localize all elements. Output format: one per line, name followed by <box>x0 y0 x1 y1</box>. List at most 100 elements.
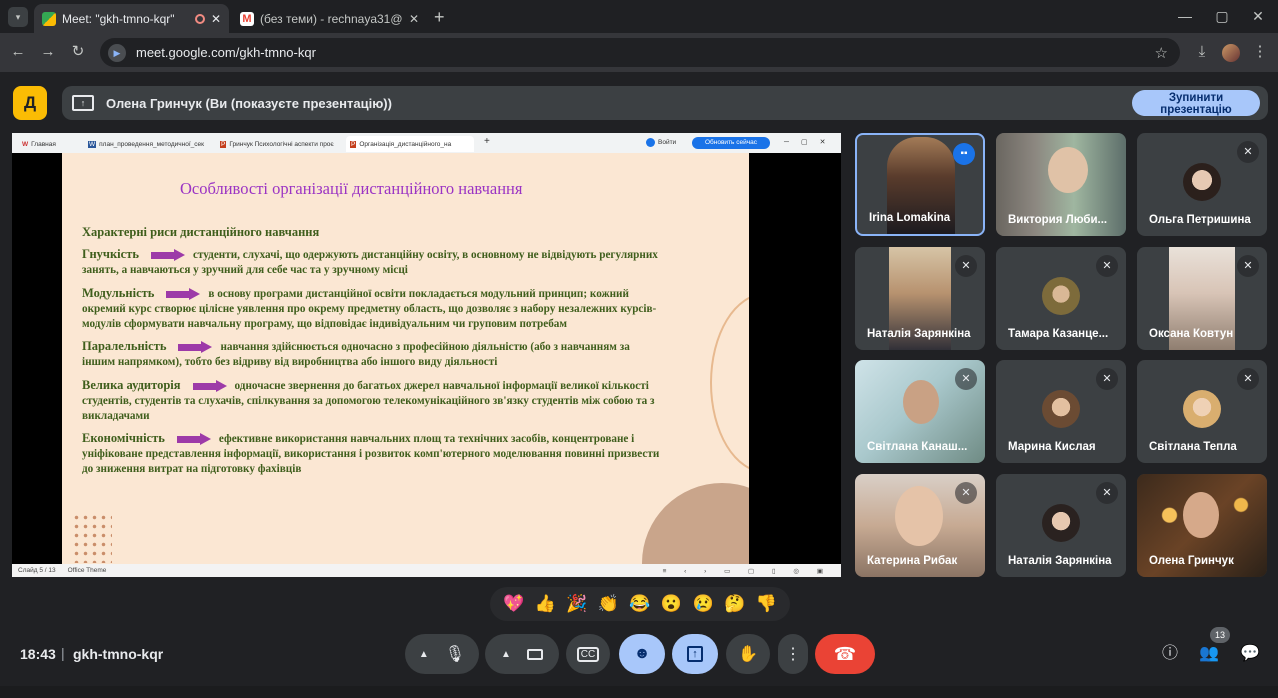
shared-tab: P Гринчук Психологічні аспекти проє <box>216 136 344 152</box>
presentation-slide: Особливості організації дистанційного на… <box>62 153 749 564</box>
forward-icon[interactable]: → <box>38 42 58 62</box>
stop-presenting-button[interactable]: Зупинити презентацію <box>1132 90 1260 116</box>
participant-tile[interactable]: ✕ Катерина Рибак <box>855 474 985 577</box>
reload-icon[interactable]: ↻ <box>68 42 88 62</box>
shared-window-controls: ─▢✕ <box>784 139 838 146</box>
browser-toolbar: ← → ↻ ▶ meet.google.com/gkh-tmno-kqr ☆ ⤓… <box>0 33 1278 72</box>
raise-hand-button[interactable]: ✋ <box>726 634 770 674</box>
presenter-text: Олена Гринчук (Ви (показуєте презентацію… <box>106 95 392 111</box>
participant-tile[interactable]: ✕ Світлана Канаш... <box>855 360 985 463</box>
surprised-reaction[interactable]: 😮 <box>661 594 682 614</box>
more-options-button[interactable]: ⋮ <box>778 634 808 674</box>
shared-tab-icon: W <box>22 140 29 148</box>
participant-avatar <box>1183 163 1221 201</box>
participant-avatar <box>1183 390 1221 428</box>
party-reaction[interactable]: 🎉 <box>566 594 587 614</box>
mic-off-icon: ✕ <box>1096 255 1118 277</box>
present-button[interactable]: ↑ <box>672 634 718 674</box>
item-text: до зниження витрат на підготовку фахівці… <box>82 463 302 475</box>
participant-name: Тамара Казанце... <box>1008 328 1109 340</box>
end-call-icon: ☎ <box>833 643 857 664</box>
item-keyword: Модульність <box>82 286 155 300</box>
tab-gmail[interactable]: M (без теми) - rechnaya31@gmail ✕ <box>232 4 427 33</box>
maximize-icon[interactable]: ▢ <box>1207 6 1237 26</box>
participant-count-badge: 13 <box>1210 627 1230 643</box>
mic-off-icon: ✕ <box>1096 368 1118 390</box>
slide-subtitle: Характерні риси дистанційного навчання <box>82 225 320 239</box>
participant-tile[interactable]: Виктория Люби... <box>996 133 1126 236</box>
participant-tile[interactable]: ✕ Тамара Казанце... <box>996 247 1126 350</box>
site-info-icon[interactable]: ▶ <box>108 43 126 62</box>
arrow-icon <box>166 288 201 301</box>
thumbs-up-reaction[interactable]: 👍 <box>535 594 556 614</box>
chat-icon[interactable]: 💬 <box>1237 641 1263 667</box>
arrow-icon <box>176 433 211 446</box>
participant-name: Наталія Зарянкіна <box>1008 555 1112 567</box>
shared-tab-title: Главная <box>31 140 56 148</box>
address-bar[interactable]: ▶ meet.google.com/gkh-tmno-kqr ☆ <box>100 38 1180 67</box>
item-text: одночасне звернення до багатьох джерел н… <box>234 380 649 392</box>
close-tab-icon[interactable]: ✕ <box>409 12 419 26</box>
captions-button[interactable]: CC <box>566 634 610 674</box>
people-icon[interactable]: 👥 <box>1196 641 1222 667</box>
decor-circle <box>642 483 749 564</box>
slide-item: Паралельність навчання здійснюється одноч… <box>82 339 722 370</box>
mic-off-icon: ✕ <box>1237 255 1259 277</box>
item-text: окремий курс створює цілісне уявлення пр… <box>82 303 657 315</box>
participant-tile[interactable]: ✕ Наталія Зарянкіна <box>996 474 1126 577</box>
video-options-icon[interactable]: ▲ <box>501 649 511 660</box>
arrow-icon <box>150 249 185 262</box>
microphone-icon[interactable]: 🎙 <box>445 644 465 664</box>
decor-dots <box>72 513 112 563</box>
slide-item: Гнучкість студенти, слухачі, що одержують… <box>82 247 722 278</box>
tab-search-button[interactable]: ▾ <box>8 7 28 27</box>
shared-user-icon <box>646 138 655 147</box>
presenting-banner: ↑ Олена Гринчук (Ви (показуєте презентац… <box>62 86 1268 120</box>
captions-icon: CC <box>576 646 600 662</box>
profile-avatar[interactable] <box>1222 44 1240 62</box>
tab-title: (без теми) - rechnaya31@gmail <box>260 11 403 26</box>
close-tab-icon[interactable]: ✕ <box>211 12 221 26</box>
camera-icon[interactable] <box>526 648 543 660</box>
participant-tile[interactable]: ✕ Марина Кислая <box>996 360 1126 463</box>
bookmark-star-icon[interactable]: ☆ <box>1155 44 1168 62</box>
os-taskbar <box>0 686 1278 698</box>
arrow-icon <box>192 380 227 393</box>
shared-login-text: Войти <box>658 139 677 146</box>
audio-options-icon[interactable]: ▲ <box>419 649 429 660</box>
sad-reaction[interactable]: 😢 <box>692 594 713 614</box>
emoji-button[interactable]: ☻ <box>619 634 665 674</box>
participant-tile[interactable]: ✕ Оксана Ковтун <box>1137 247 1267 350</box>
participant-tile[interactable]: ✕ Ольга Петришина <box>1137 133 1267 236</box>
heart-reaction[interactable]: 💖 <box>503 594 524 614</box>
shared-tab: Wплан_проведення_методичної_сек <box>84 136 212 152</box>
item-text: студентів, студентів та слухачів, спілку… <box>82 395 655 407</box>
browser-menu-icon[interactable]: ⋮ <box>1250 42 1270 62</box>
laugh-reaction[interactable]: 😂 <box>629 594 650 614</box>
participant-face <box>1048 147 1088 193</box>
slide-item: Модульність в основу програми дистанційно… <box>82 286 722 332</box>
minimize-icon[interactable]: — <box>1170 6 1200 26</box>
download-icon[interactable]: ⤓ <box>1192 42 1212 62</box>
item-keyword: Велика аудиторія <box>82 378 181 392</box>
participant-tile[interactable]: ▪▪ Irina Lomakina <box>855 133 985 236</box>
mic-off-icon: ✕ <box>1237 368 1259 390</box>
back-icon[interactable]: ← <box>8 42 28 62</box>
new-tab-button[interactable]: + <box>434 7 445 28</box>
meeting-info-icon[interactable]: ⓘ <box>1157 641 1183 667</box>
thinking-reaction[interactable]: 🤔 <box>724 594 745 614</box>
item-keyword: Економічність <box>82 431 165 445</box>
leave-call-button[interactable]: ☎ <box>815 634 875 674</box>
separator: | <box>61 645 65 661</box>
clap-reaction[interactable]: 👏 <box>598 594 619 614</box>
meet-controls-bar: 18:43 | gkh-tmno-kqr ▲ 🎙 ▲ CC ☻ ↑ ✋ ⋮ ☎ … <box>0 627 1278 686</box>
participant-tile[interactable]: Олена Гринчук <box>1137 474 1267 577</box>
tab-meet[interactable]: Meet: "gkh-tmno-kqr" ✕ <box>34 4 229 33</box>
mic-off-icon: ✕ <box>955 482 977 504</box>
thumbs-down-reaction[interactable]: 👎 <box>756 594 777 614</box>
close-window-icon[interactable]: ✕ <box>1243 6 1273 26</box>
participant-tile[interactable]: ✕ Світлана Тепла <box>1137 360 1267 463</box>
participant-tile[interactable]: ✕ Наталія Зарянкіна <box>855 247 985 350</box>
shared-browser-tabs: W Главная Wплан_проведення_методичної_сек… <box>12 133 841 153</box>
camera-control: ▲ <box>485 634 559 674</box>
